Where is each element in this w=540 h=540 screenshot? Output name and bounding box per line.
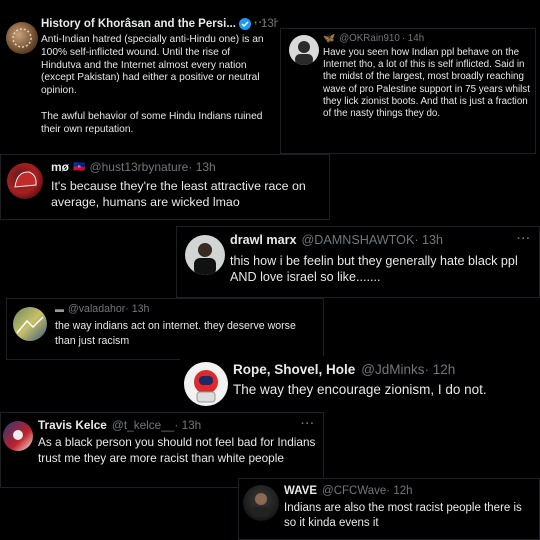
person-icon (295, 41, 313, 65)
more-options-icon[interactable]: ··· (517, 233, 531, 245)
butterfly-icon: 🦋 (323, 33, 336, 44)
avatar-1[interactable] (6, 22, 38, 54)
astronaut-icon (194, 370, 218, 403)
dash-emoji: ▬ (55, 304, 64, 314)
timestamp[interactable]: · 12h (386, 485, 412, 497)
avatar-6[interactable] (184, 362, 228, 406)
person-icon (252, 493, 270, 517)
tweet-card-2[interactable]: 🦋 @OKRain910 · 14h Have you seen how Ind… (280, 28, 536, 154)
avatar-2[interactable] (289, 35, 319, 65)
tweet-card-3[interactable]: mø 🇭🇹 @hust13rbynature · 13h It's becaus… (0, 154, 330, 220)
tweet-header-1: History of Khorâsan and the Persi... · 1… (41, 18, 278, 30)
landscape-icon (16, 316, 44, 334)
timestamp[interactable]: · 14h (402, 33, 424, 44)
more-options-icon[interactable]: ··· (301, 418, 315, 430)
timestamp[interactable]: · 13h (414, 233, 443, 247)
tweet-text: It's because they're the least attractiv… (51, 179, 306, 209)
tweet-text: The way they encourage zionism, I do not… (233, 382, 487, 397)
helmet-icon (14, 171, 37, 188)
tweet-header-2: 🦋 @OKRain910 · 14h (323, 33, 424, 44)
avatar-4[interactable] (185, 235, 225, 275)
display-name[interactable]: History of Khorâsan and the Persi... (41, 18, 236, 30)
avatar-5[interactable] (13, 307, 47, 341)
tweet-header-8: WAVE @CFCWave · 12h (284, 485, 413, 497)
handle[interactable]: @valadahor (68, 303, 125, 315)
ornament-icon (12, 28, 32, 48)
tweet-card-5[interactable]: ▬ @valadahor · 13h the way indians act o… (6, 298, 324, 360)
display-name[interactable]: Rope, Shovel, Hole (233, 362, 355, 377)
sports-icon (13, 430, 23, 440)
tweet-header-5: ▬ @valadahor · 13h (55, 303, 149, 315)
tweet-card-1[interactable]: History of Khorâsan and the Persi... · 1… (0, 12, 278, 144)
timestamp[interactable]: · 13h (188, 160, 215, 174)
tweet-card-4[interactable]: drawl marx @DAMNSHAWTOK · 13h ··· this h… (176, 226, 540, 298)
display-name[interactable]: Travis Kelce (38, 418, 107, 432)
tweet-header-4: drawl marx @DAMNSHAWTOK · 13h (230, 233, 443, 247)
avatar-8[interactable] (243, 485, 279, 521)
tweet-text-paragraph-2: The awful behavior of some Hindu Indians… (41, 110, 263, 135)
display-name[interactable]: WAVE (284, 485, 317, 497)
handle[interactable]: @CFCWave (322, 485, 386, 497)
handle[interactable]: @hust13rbynature (89, 160, 188, 174)
tweet-header-6: Rope, Shovel, Hole @JdMinks · 12h (233, 362, 455, 377)
handle[interactable]: @JdMinks (361, 362, 424, 377)
display-name[interactable]: mø (51, 160, 69, 174)
handle[interactable]: @OKRain910 (339, 33, 400, 44)
timestamp[interactable]: · 13h (125, 303, 149, 315)
display-name[interactable]: drawl marx (230, 233, 297, 247)
tweet-card-6[interactable]: Rope, Shovel, Hole @JdMinks · 12h The wa… (180, 356, 540, 416)
avatar-7[interactable] (3, 421, 33, 451)
person-icon (194, 243, 216, 275)
flag-emoji: 🇭🇹 (73, 161, 86, 173)
more-options-icon[interactable]: ··· (254, 17, 268, 29)
verified-icon (238, 18, 251, 30)
handle[interactable]: @t_kelce__ (112, 418, 174, 432)
tweet-header-7: Travis Kelce @t_kelce__ · 13h (38, 418, 201, 432)
handle[interactable]: @DAMNSHAWTOK (302, 233, 415, 247)
tweet-text-paragraph-1: Anti-Indian hatred (specially anti-Hindu… (41, 34, 264, 97)
tweet-card-7[interactable]: Travis Kelce @t_kelce__ · 13h ··· As a b… (0, 412, 324, 488)
tweet-text: Anti-Indian hatred (specially anti-Hindu… (41, 34, 273, 137)
tweet-card-8[interactable]: WAVE @CFCWave · 12h Indians are also the… (238, 478, 540, 540)
tweet-text: As a black person you should not feel ba… (38, 435, 316, 465)
avatar-3[interactable] (7, 163, 43, 199)
timestamp[interactable]: · 12h (425, 362, 456, 377)
tweet-text: the way indians act on internet. they de… (55, 320, 296, 347)
tweet-text: Have you seen how Indian ppl behave on t… (323, 47, 530, 120)
tweet-header-3: mø 🇭🇹 @hust13rbynature · 13h (51, 160, 216, 174)
timestamp[interactable]: · 13h (174, 418, 201, 432)
tweet-text: this how i be feelin but they generally … (230, 254, 518, 284)
tweet-text: Indians are also the most racist people … (284, 502, 522, 529)
